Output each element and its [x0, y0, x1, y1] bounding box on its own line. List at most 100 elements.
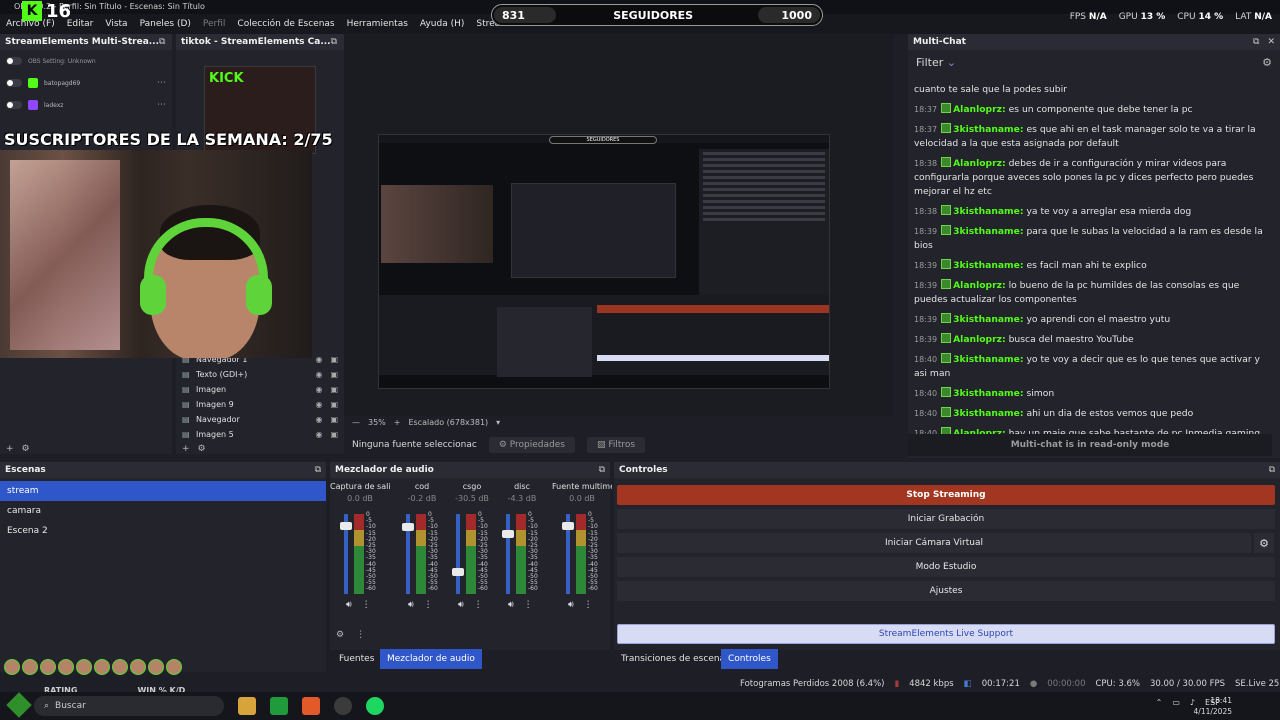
chevron-up-icon[interactable]: ⌃ [1156, 698, 1163, 707]
eye-icon[interactable]: ◉ [315, 370, 322, 379]
virtual-cam-settings-icon[interactable]: ⚙ [1254, 533, 1274, 553]
se-support-button[interactable]: StreamElements Live Support [617, 624, 1275, 644]
more-icon[interactable]: ⋯ [157, 100, 166, 110]
more-icon[interactable]: ⋮ [524, 600, 533, 610]
menu-herramientas[interactable]: Herramientas [341, 19, 414, 29]
obs-icon[interactable] [334, 697, 352, 715]
chat-username[interactable]: 3kisthaname: [953, 408, 1023, 419]
eye-icon[interactable]: ◉ [315, 430, 322, 439]
speaker-icon[interactable]: 🔊︎ [568, 600, 574, 610]
studio-mode-button[interactable]: Modo Estudio [617, 557, 1275, 577]
filter-button[interactable]: Filter ⌄ [916, 56, 956, 69]
menu-vista[interactable]: Vista [99, 19, 133, 29]
chat-username[interactable]: Alanloprz: [953, 334, 1006, 345]
chat-username[interactable]: 3kisthaname: [953, 226, 1023, 237]
menu-perfil[interactable]: Perfil [197, 19, 232, 29]
chat-username[interactable]: 3kisthaname: [953, 206, 1023, 217]
add-icon[interactable]: + [182, 444, 190, 454]
more-icon[interactable]: ⋮ [474, 600, 483, 610]
eye-icon[interactable]: ◉ [315, 355, 322, 364]
lock-icon[interactable]: ▣ [330, 355, 338, 364]
speaker-icon[interactable]: 🔊︎ [458, 600, 464, 610]
network-icon[interactable]: ▭ [1172, 698, 1180, 707]
fader-handle[interactable] [562, 522, 574, 530]
chat-username[interactable]: 3kisthaname: [953, 314, 1023, 325]
gear-icon[interactable]: ⚙ [198, 444, 206, 454]
stop-streaming-button[interactable]: Stop Streaming [617, 485, 1275, 505]
float-icon[interactable]: ⧉ [315, 465, 321, 475]
float-icon[interactable]: ⧉ [1253, 37, 1259, 47]
toggle[interactable] [6, 57, 22, 65]
more-icon[interactable]: ⋮ [424, 600, 433, 610]
eye-icon[interactable]: ◉ [315, 385, 322, 394]
more-icon[interactable]: ⋯ [157, 78, 166, 88]
nvidia-icon[interactable] [270, 697, 288, 715]
eye-icon[interactable]: ◉ [315, 415, 322, 424]
chat-username[interactable]: 3kisthaname: [953, 260, 1023, 271]
chevron-down-icon[interactable]: ▾ [496, 418, 500, 427]
lock-icon[interactable]: ▣ [330, 370, 338, 379]
volume-fader[interactable] [456, 514, 460, 594]
volume-fader[interactable] [506, 514, 510, 594]
fader-handle[interactable] [340, 522, 352, 530]
lock-icon[interactable]: ▣ [330, 415, 338, 424]
spotify-icon[interactable] [366, 697, 384, 715]
source-item[interactable]: ▤ Imagen 5 ◉ ▣ [176, 427, 344, 442]
chat-username[interactable]: 3kisthaname: [953, 354, 1023, 365]
taskbar-search[interactable]: ⌕ Buscar [34, 696, 224, 716]
speaker-icon[interactable]: 🔊︎ [408, 600, 414, 610]
chat-username[interactable]: Alanloprz: [953, 104, 1006, 115]
lock-icon[interactable]: ▣ [330, 430, 338, 439]
chat-username[interactable]: Alanloprz: [953, 158, 1006, 169]
mixer-settings-icon[interactable]: ⚙ [336, 630, 344, 640]
eye-icon[interactable]: ◉ [315, 400, 322, 409]
lock-icon[interactable]: ▣ [330, 400, 338, 409]
chat-username[interactable]: Alanloprz: [953, 280, 1006, 291]
source-item[interactable]: ▤ Imagen ◉ ▣ [176, 382, 344, 397]
scene-item[interactable]: Escena 2 [0, 521, 326, 541]
scene-item[interactable]: camara [0, 501, 326, 521]
fader-handle[interactable] [502, 530, 514, 538]
file-explorer-icon[interactable] [238, 697, 256, 715]
zoom-out-icon[interactable]: — [352, 418, 360, 427]
menu-ayuda[interactable]: Ayuda (H) [414, 19, 470, 29]
start-icon[interactable] [6, 692, 32, 718]
clock[interactable]: 18:41 4/11/2025 [1194, 695, 1232, 717]
more-icon[interactable]: ⋮ [584, 600, 593, 610]
add-icon[interactable]: + [6, 444, 14, 454]
properties-button[interactable]: ⚙ Propiedades [488, 437, 575, 453]
source-item[interactable]: ▤ Texto (GDI+) ◉ ▣ [176, 367, 344, 382]
tab-transitions[interactable]: Transiciones de escena [614, 649, 732, 669]
close-icon[interactable]: ✕ [1267, 37, 1275, 47]
tab-mixer[interactable]: Mezclador de audio [380, 649, 482, 669]
preview-canvas[interactable]: SEGUIDORES [378, 134, 830, 389]
source-item[interactable]: ▤ Navegador ◉ ▣ [176, 412, 344, 427]
more-icon[interactable]: ⋮ [362, 600, 371, 610]
menu-coleccion[interactable]: Colección de Escenas [231, 19, 340, 29]
more-icon[interactable]: ⋮ [356, 630, 365, 640]
filters-button[interactable]: ▧ Filtros [586, 437, 646, 453]
lock-icon[interactable]: ▣ [330, 385, 338, 394]
float-icon[interactable]: ⧉ [1269, 465, 1275, 475]
gear-icon[interactable]: ⚙ [1262, 56, 1272, 69]
chat-username[interactable]: 3kisthaname: [953, 388, 1023, 399]
speaker-icon[interactable]: 🔊︎ [508, 600, 514, 610]
source-item[interactable]: ▤ Imagen 9 ◉ ▣ [176, 397, 344, 412]
fader-handle[interactable] [452, 567, 464, 576]
zoom-in-icon[interactable]: + [394, 418, 401, 427]
tab-controls[interactable]: Controles [721, 649, 778, 669]
float-icon[interactable]: ⧉ [331, 37, 337, 47]
speaker-icon[interactable]: 🔊︎ [346, 600, 352, 610]
chat-username[interactable]: 3kisthaname: [953, 124, 1023, 135]
start-virtual-cam-button[interactable]: Iniciar Cámara Virtual [617, 533, 1251, 553]
float-icon[interactable]: ⧉ [159, 37, 165, 47]
brave-icon[interactable] [302, 697, 320, 715]
menu-paneles[interactable]: Paneles (D) [134, 19, 197, 29]
settings-button[interactable]: Ajustes [617, 581, 1275, 601]
fader-handle[interactable] [402, 522, 414, 531]
toggle[interactable] [6, 79, 22, 87]
toggle[interactable] [6, 101, 22, 109]
gear-icon[interactable]: ⚙ [22, 444, 30, 454]
start-recording-button[interactable]: Iniciar Grabación [617, 509, 1275, 529]
scene-item[interactable]: stream [0, 481, 326, 501]
